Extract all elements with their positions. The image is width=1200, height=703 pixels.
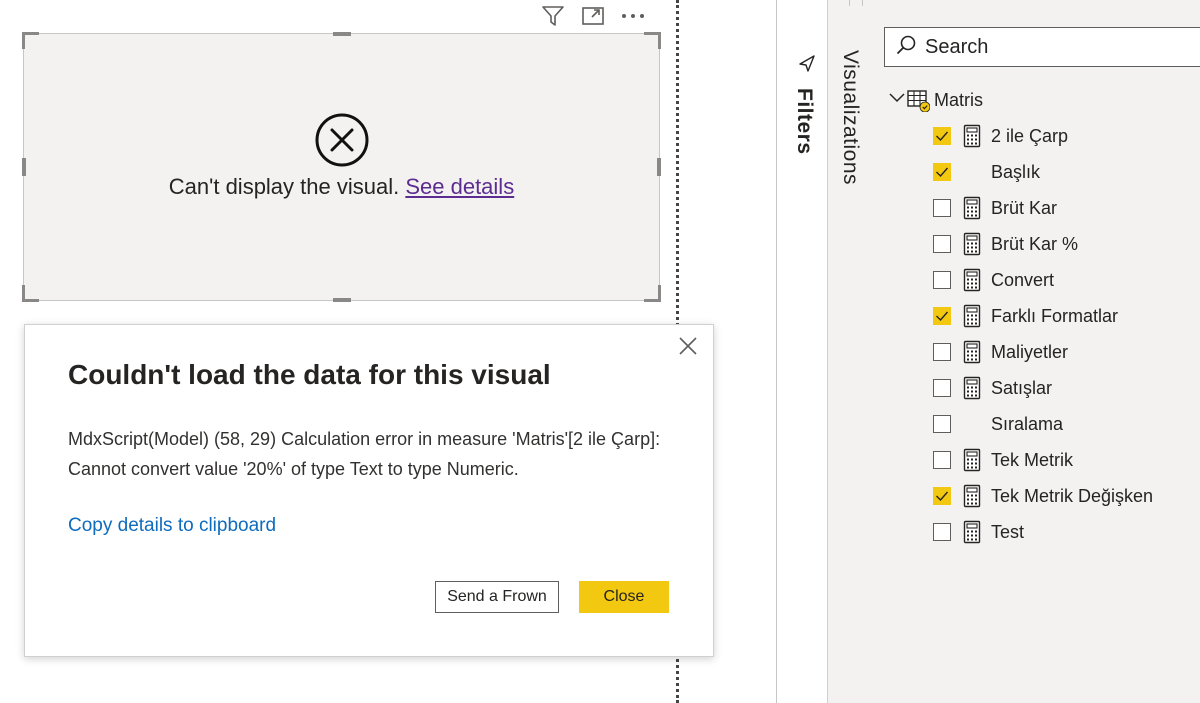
search-icon xyxy=(895,34,917,61)
checkbox-checked[interactable] xyxy=(933,127,951,145)
field-item[interactable]: 2 ile Çarp xyxy=(933,122,1068,150)
focus-mode-icon[interactable] xyxy=(580,3,606,29)
field-item[interactable]: Satışlar xyxy=(933,374,1052,402)
field-label: Başlık xyxy=(991,161,1041,182)
dialog-error-details: MdxScript(Model) (58, 29) Calculation er… xyxy=(68,429,661,479)
field-label: Convert xyxy=(991,269,1055,290)
filters-pane-label[interactable]: Filters xyxy=(792,88,816,155)
resize-handle-top[interactable] xyxy=(333,32,351,36)
checkbox-unchecked[interactable] xyxy=(933,235,951,253)
calculator-icon xyxy=(963,376,981,400)
field-item[interactable]: Tek Metrik xyxy=(933,446,1073,474)
checkbox-checked[interactable] xyxy=(933,163,951,181)
error-circle-icon xyxy=(314,112,370,168)
error-dialog: Couldn't load the data for this visual M… xyxy=(24,324,714,657)
checkmark-icon xyxy=(936,131,949,142)
checkbox-unchecked[interactable] xyxy=(933,199,951,217)
checkmark-icon xyxy=(936,311,949,322)
checkbox-unchecked[interactable] xyxy=(933,451,951,469)
checkbox-unchecked[interactable] xyxy=(933,379,951,397)
field-label: Maliyetler xyxy=(991,341,1069,362)
field-item[interactable]: Tek Metrik Değişken xyxy=(933,482,1153,510)
funnel-icon xyxy=(796,54,818,74)
field-label: Sıralama xyxy=(991,413,1064,434)
field-label: 2 ile Çarp xyxy=(991,125,1069,146)
checkbox-unchecked[interactable] xyxy=(933,523,951,541)
field-label: Tek Metrik xyxy=(991,449,1074,470)
checkbox-unchecked[interactable] xyxy=(933,343,951,361)
field-label: Test xyxy=(991,521,1025,542)
calculator-icon xyxy=(963,448,981,472)
calculator-icon xyxy=(963,268,981,292)
field-item[interactable]: Test xyxy=(933,518,1024,546)
checkbox-unchecked[interactable] xyxy=(933,271,951,289)
calculator-icon xyxy=(963,232,981,256)
calculator-icon xyxy=(963,304,981,328)
field-label: Tek Metrik Değişken xyxy=(991,485,1154,506)
field-label: Satışlar xyxy=(991,377,1053,398)
visualizations-pane-label[interactable]: Visualizations xyxy=(838,50,862,185)
field-item[interactable]: Brüt Kar xyxy=(933,194,1057,222)
field-label: Brüt Kar xyxy=(991,197,1058,218)
icon-spacer xyxy=(963,412,981,436)
chevron-down-icon[interactable] xyxy=(888,91,906,110)
calculator-icon xyxy=(963,340,981,364)
calculator-icon xyxy=(963,484,981,508)
field-item[interactable]: Maliyetler xyxy=(933,338,1068,366)
dialog-title: Couldn't load the data for this visual xyxy=(68,359,551,390)
field-item[interactable]: Convert xyxy=(933,266,1054,294)
checkmark-icon xyxy=(936,491,949,502)
table-matris[interactable]: Matris xyxy=(888,86,983,114)
field-item[interactable]: Farklı Formatlar xyxy=(933,302,1118,330)
more-options-icon[interactable] xyxy=(620,3,646,29)
field-label: Brüt Kar % xyxy=(991,233,1079,254)
copy-details-link[interactable]: Copy details to clipboard xyxy=(68,515,276,537)
resize-handle-bottom[interactable] xyxy=(333,298,351,302)
checkbox-unchecked[interactable] xyxy=(933,415,951,433)
filter-icon[interactable] xyxy=(540,3,566,29)
fields-pane: Matris 2 ile Çarp Başlık Brüt Kar Brüt Kar … xyxy=(878,0,1200,703)
table-name: Matris xyxy=(934,89,983,110)
checkbox-checked[interactable] xyxy=(933,487,951,505)
calculator-icon xyxy=(963,124,981,148)
field-label: Farklı Formatlar xyxy=(991,305,1119,326)
send-frown-button[interactable]: Send a Frown xyxy=(435,581,559,613)
close-button[interactable]: Close xyxy=(579,581,669,613)
checkbox-checked[interactable] xyxy=(933,307,951,325)
checkmark-icon xyxy=(936,167,949,178)
fields-search[interactable] xyxy=(884,27,1200,67)
table-icon xyxy=(906,88,931,113)
pane-divider xyxy=(776,0,777,703)
resize-handle-bottom-left[interactable] xyxy=(22,285,39,302)
visual-error-message: Can't display the visual. See details xyxy=(24,174,659,200)
visual-header-toolbar xyxy=(540,2,646,30)
pane-strip-notch xyxy=(849,0,863,6)
resize-handle-top-right[interactable] xyxy=(644,32,661,49)
search-input[interactable] xyxy=(923,34,1187,60)
field-item[interactable]: Başlık xyxy=(933,158,1040,186)
resize-handle-bottom-right[interactable] xyxy=(644,285,661,302)
calculator-icon xyxy=(963,520,981,544)
calculator-icon xyxy=(963,196,981,220)
visual-container[interactable]: Can't display the visual. See details xyxy=(22,32,661,302)
see-details-link[interactable]: See details xyxy=(405,174,514,199)
visual-error-text: Can't display the visual. xyxy=(168,174,400,199)
field-item[interactable]: Brüt Kar % xyxy=(933,230,1078,258)
close-icon[interactable] xyxy=(677,335,699,357)
resize-handle-top-left[interactable] xyxy=(22,32,39,49)
icon-spacer xyxy=(963,160,981,184)
field-item[interactable]: Sıralama xyxy=(933,410,1063,438)
